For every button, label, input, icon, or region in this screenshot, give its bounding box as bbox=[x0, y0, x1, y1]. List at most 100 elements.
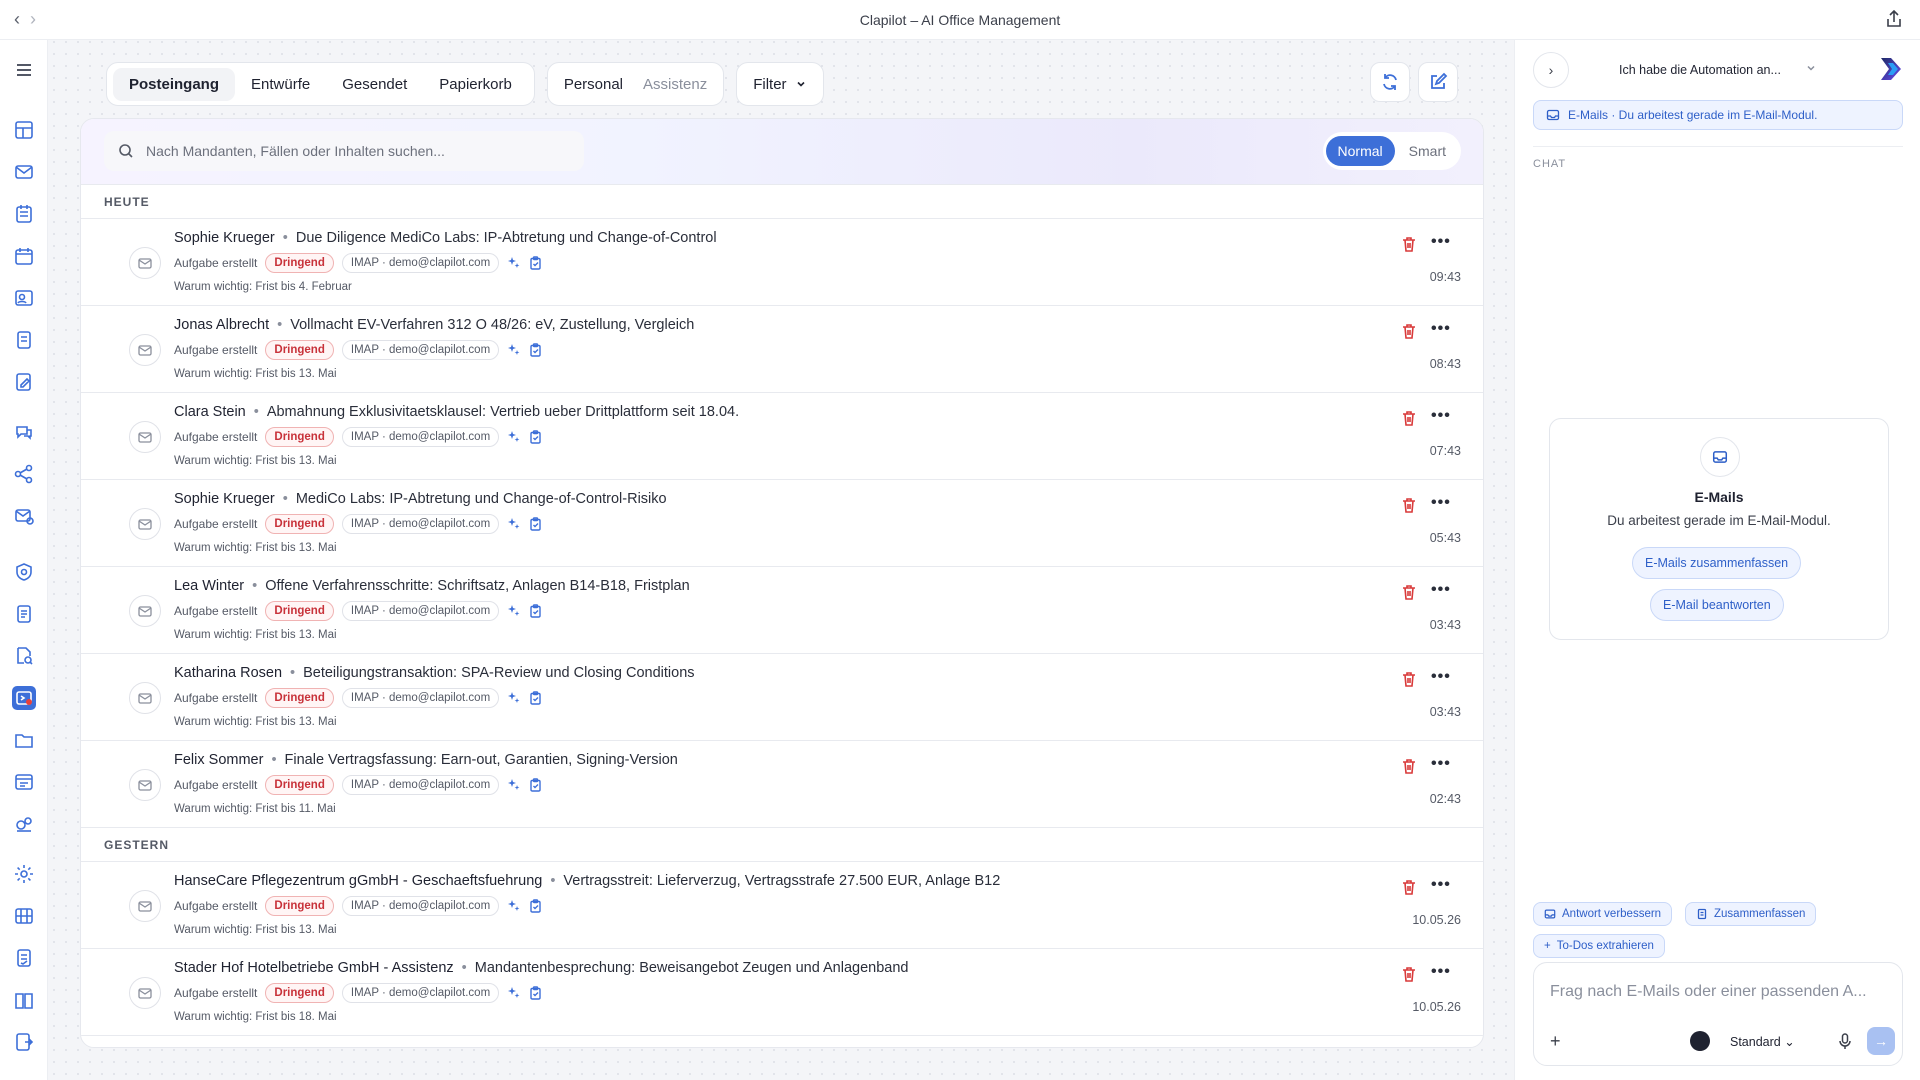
clipboard-icon[interactable] bbox=[529, 899, 542, 913]
report-icon[interactable] bbox=[12, 602, 36, 626]
voice-mode-icon[interactable] bbox=[1690, 1031, 1710, 1051]
share-icon[interactable] bbox=[1884, 9, 1904, 29]
mail-row[interactable]: Katharina Rosen • Beteiligungstransaktion:… bbox=[81, 654, 1483, 741]
summarize-chip[interactable]: Zusammenfassen bbox=[1685, 902, 1817, 926]
summarize-emails-button[interactable]: E-Mails zusammenfassen bbox=[1632, 547, 1802, 579]
compose-button[interactable] bbox=[1418, 62, 1458, 102]
trash-icon[interactable] bbox=[1400, 670, 1418, 688]
folder-icon[interactable] bbox=[12, 728, 36, 752]
clipboard-icon[interactable] bbox=[529, 778, 542, 792]
trash-icon[interactable] bbox=[1400, 965, 1418, 983]
automation-icon[interactable] bbox=[12, 686, 36, 710]
sparkle-icon[interactable] bbox=[507, 517, 521, 531]
more-options-icon[interactable]: ••• bbox=[1431, 876, 1451, 894]
clipboard-icon[interactable] bbox=[529, 430, 542, 444]
export-icon[interactable] bbox=[12, 1030, 36, 1054]
contacts-icon[interactable] bbox=[12, 286, 36, 310]
search-doc-icon[interactable] bbox=[12, 644, 36, 668]
trash-icon[interactable] bbox=[1400, 322, 1418, 340]
tab-entwuerfe[interactable]: Entwürfe bbox=[235, 68, 326, 101]
sparkle-icon[interactable] bbox=[507, 899, 521, 913]
more-options-icon[interactable]: ••• bbox=[1431, 233, 1451, 251]
chat-input[interactable]: Frag nach E-Mails oder einer passenden A… bbox=[1550, 983, 1867, 1001]
more-options-icon[interactable]: ••• bbox=[1431, 755, 1451, 773]
more-options-icon[interactable]: ••• bbox=[1431, 668, 1451, 686]
mail-settings-icon[interactable] bbox=[12, 504, 36, 528]
back-icon[interactable]: ‹ bbox=[14, 10, 20, 28]
sparkle-icon[interactable] bbox=[507, 691, 521, 705]
send-button[interactable]: → bbox=[1867, 1027, 1895, 1055]
mode-normal[interactable]: Normal bbox=[1325, 136, 1395, 166]
chevron-down-icon[interactable] bbox=[1805, 62, 1817, 74]
reply-email-button[interactable]: E-Mail beantworten bbox=[1650, 589, 1784, 621]
clipboard-icon[interactable] bbox=[529, 691, 542, 705]
clipboard-icon[interactable] bbox=[529, 256, 542, 270]
clipboard-icon[interactable] bbox=[529, 604, 542, 618]
clipboard-icon[interactable] bbox=[529, 986, 542, 1000]
clipboard-icon[interactable] bbox=[529, 343, 542, 357]
mode-smart[interactable]: Smart bbox=[1397, 136, 1458, 166]
library-icon[interactable] bbox=[12, 988, 36, 1012]
mail-row[interactable]: Felix Sommer • Finale Vertragsfassung: Ear… bbox=[81, 741, 1483, 828]
context-pill[interactable]: E-Mails · Du arbeitest gerade im E-Mail-… bbox=[1533, 100, 1903, 130]
trash-icon[interactable] bbox=[1400, 409, 1418, 427]
edit-doc-icon[interactable] bbox=[12, 370, 36, 394]
sparkle-icon[interactable] bbox=[507, 430, 521, 444]
tasks-icon[interactable] bbox=[12, 202, 36, 226]
trash-icon[interactable] bbox=[1400, 235, 1418, 253]
tab-papierkorb[interactable]: Papierkorb bbox=[423, 68, 528, 101]
microphone-icon[interactable] bbox=[1836, 1032, 1854, 1050]
add-attachment-icon[interactable]: + bbox=[1550, 1031, 1561, 1052]
billing-icon[interactable] bbox=[12, 770, 36, 794]
collapse-pane-button[interactable]: › bbox=[1533, 52, 1569, 88]
documents-icon[interactable] bbox=[12, 328, 36, 352]
scope-personal[interactable]: Personal bbox=[554, 68, 633, 101]
dashboard-icon[interactable] bbox=[12, 118, 36, 142]
sparkle-icon[interactable] bbox=[507, 778, 521, 792]
sparkle-icon[interactable] bbox=[507, 604, 521, 618]
apps-grid-icon[interactable] bbox=[12, 904, 36, 928]
calendar-icon[interactable] bbox=[12, 244, 36, 268]
chat-icon[interactable] bbox=[12, 420, 36, 444]
more-options-icon[interactable]: ••• bbox=[1431, 407, 1451, 425]
sparkle-icon[interactable] bbox=[507, 343, 521, 357]
mail-row[interactable]: HanseCare Pflegezentrum gGmbH - Geschaef… bbox=[81, 862, 1483, 949]
mail-row[interactable]: Jonas Albrecht • Vollmacht EV-Verfahren 31… bbox=[81, 306, 1483, 393]
tab-gesendet[interactable]: Gesendet bbox=[326, 68, 423, 101]
trash-icon[interactable] bbox=[1400, 496, 1418, 514]
mail-row[interactable]: Clara Stein • Abmahnung Exklusivitaetsklau… bbox=[81, 393, 1483, 480]
trash-icon[interactable] bbox=[1400, 583, 1418, 601]
forward-icon[interactable]: › bbox=[30, 10, 36, 28]
sparkle-icon[interactable] bbox=[507, 986, 521, 1000]
refresh-button[interactable] bbox=[1370, 62, 1410, 102]
settings-icon[interactable] bbox=[12, 862, 36, 886]
mail-row[interactable]: Sophie Krueger • Due Diligence MediCo Labs… bbox=[81, 219, 1483, 306]
workflow-icon[interactable] bbox=[12, 462, 36, 486]
sparkle-icon[interactable] bbox=[507, 256, 521, 270]
compose-icon bbox=[1431, 72, 1448, 89]
filter-button[interactable]: Filter bbox=[736, 62, 824, 106]
mail-row[interactable]: Lea Winter • Offene Verfahrensschritte: Sc… bbox=[81, 567, 1483, 654]
more-options-icon[interactable]: ••• bbox=[1431, 581, 1451, 599]
trash-icon[interactable] bbox=[1400, 878, 1418, 896]
more-options-icon[interactable]: ••• bbox=[1431, 963, 1451, 981]
more-options-icon[interactable]: ••• bbox=[1431, 494, 1451, 512]
clipboard-icon[interactable] bbox=[529, 517, 542, 531]
search-input[interactable]: Nach Mandanten, Fällen oder Inhalten suc… bbox=[104, 131, 584, 171]
trash-icon[interactable] bbox=[1400, 757, 1418, 775]
more-options-icon[interactable]: ••• bbox=[1431, 320, 1451, 338]
extract-todos-chip[interactable]: + To-Dos extrahieren bbox=[1533, 934, 1665, 958]
mail-icon[interactable] bbox=[12, 160, 36, 184]
conversation-selector[interactable]: Ich habe die Automation an... bbox=[1619, 63, 1781, 77]
audit-icon[interactable] bbox=[12, 946, 36, 970]
integrations-icon[interactable] bbox=[12, 812, 36, 836]
improve-reply-chip[interactable]: Antwort verbessern bbox=[1533, 902, 1673, 926]
mail-row[interactable]: Stader Hof Hotelbetriebe GmbH - Assisten… bbox=[81, 949, 1483, 1036]
menu-icon[interactable] bbox=[12, 58, 36, 82]
chat-composer[interactable]: Frag nach E-Mails oder einer passenden A… bbox=[1533, 962, 1903, 1066]
mail-row[interactable]: Sophie Krueger • MediCo Labs: IP-Abtretung… bbox=[81, 480, 1483, 567]
shield-icon[interactable] bbox=[12, 560, 36, 584]
tab-posteingang[interactable]: Posteingang bbox=[113, 67, 236, 101]
model-selector[interactable]: Standard ⌄ bbox=[1730, 1034, 1795, 1049]
scope-assistenz[interactable]: Assistenz bbox=[633, 68, 717, 101]
